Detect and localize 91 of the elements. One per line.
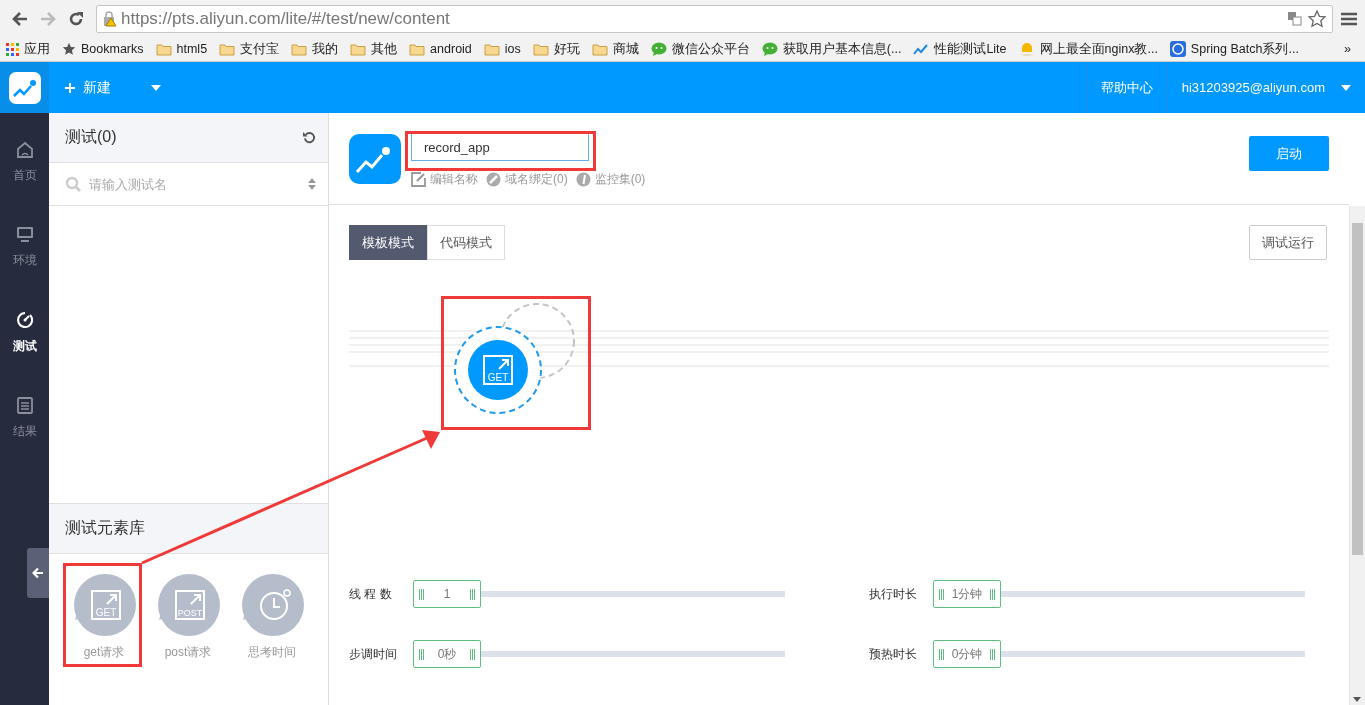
test-name-field[interactable]: record_app [411,133,589,161]
slider-handle[interactable]: 0分钟 [933,640,1001,668]
info-link[interactable]: 编辑名称 [411,171,478,188]
gauge-icon [15,311,34,329]
info-link[interactable]: 监控集(0) [575,171,646,188]
bell-icon [1018,41,1035,57]
new-button[interactable]: 新建 [59,78,117,97]
bookmark[interactable]: 性能测试Lite [913,40,1007,58]
nav-item[interactable]: 结果 [12,397,37,440]
bookmark[interactable]: 我的 [291,40,339,58]
search-icon [65,176,81,192]
slider-handle[interactable]: 1分钟 [933,580,1001,608]
bookmark[interactable]: 微信公众平台 [650,40,750,58]
refresh-icon[interactable] [303,131,316,144]
setting-label: 步调时间 [349,645,398,663]
bookmark[interactable]: 好玩 [532,40,580,58]
folder-icon [291,42,308,56]
panel-title: 测试(0) [65,127,117,147]
chat-bubble-icon [761,42,778,56]
test-logo-icon [349,133,401,184]
bookmark[interactable]: 支付宝 [219,40,280,58]
apps-grid-icon [6,42,19,56]
user-menu[interactable]: hi31203925@aliyun.com [1167,80,1365,95]
bookmark[interactable]: 获取用户基本信息(... [761,40,902,58]
bookmark[interactable]: Spring Batch系列... [1169,40,1299,58]
folder-icon [219,42,236,56]
slider-track[interactable]: 1分钟 [933,580,1305,608]
bookmark[interactable]: html5 [155,42,208,56]
app-logo-icon[interactable] [8,71,41,104]
slider-track[interactable]: 1 [413,580,785,608]
menu-icon[interactable] [1341,11,1357,26]
nav-item[interactable]: 首页 [12,141,37,184]
bookmark[interactable]: 其他 [350,40,398,58]
element-label[interactable]: get请求 [83,644,125,661]
slider-track[interactable]: 0秒 [413,640,785,668]
think-time-element-icon[interactable] [239,574,305,636]
document-icon [16,397,33,414]
folder-icon [483,42,500,56]
scrollbar-thumb[interactable] [1352,223,1363,555]
scroll-down-arrow-icon[interactable] [1353,697,1361,702]
chat-bubble-icon [650,42,667,56]
gauge-icon [575,172,591,187]
nav-item[interactable]: 环境 [12,226,37,269]
plus-icon [65,82,75,93]
search-field[interactable]: 请输入测试名 [87,175,302,193]
element-label[interactable]: 思考时间 [248,644,296,661]
info-link[interactable]: 域名绑定(0) [486,171,568,188]
nav-item[interactable]: 测试 [12,311,37,355]
caret-icon [1341,84,1351,91]
collapse-button[interactable] [27,548,49,598]
folder-icon [532,42,549,56]
bookmark[interactable]: Bookmarks [62,42,144,56]
warning-lock-icon [103,10,117,27]
monitor-icon [15,226,34,243]
bookmark[interactable]: android [409,42,472,56]
folder-icon [350,42,367,56]
element-label[interactable]: post请求 [164,644,212,661]
mode-tab[interactable]: 代码模式 [427,225,505,260]
star-icon[interactable] [1308,9,1326,28]
folder-icon [155,42,172,56]
link-icon [486,172,501,187]
scrollbar[interactable] [1349,206,1365,705]
line-chart-icon [913,42,930,56]
caret-icon[interactable] [151,84,161,91]
bookmark[interactable]: ios [483,42,521,56]
folder-icon [409,42,426,56]
more-bookmarks-button[interactable]: » [1344,42,1351,56]
circle-logo-icon [1169,41,1186,57]
home-icon [15,141,34,158]
setting-label: 线 程 数 [349,585,393,603]
address-bar[interactable]: https://pts.aliyun.com/lite/#/test/new/content [96,4,1333,33]
start-button[interactable]: 启动 [1249,136,1329,171]
folder-icon [591,42,608,56]
arrow-left-icon [32,567,44,579]
debug-run-button[interactable]: 调试运行 [1249,225,1327,260]
slider-handle[interactable]: 1 [413,580,481,608]
slider-handle[interactable]: 0秒 [413,640,481,668]
setting-label: 执行时长 [869,585,918,603]
setting-label: 预热时长 [869,645,918,663]
bookmark[interactable]: 应用 [6,40,50,58]
bookmark[interactable]: 商城 [591,40,639,58]
star-icon [62,42,76,56]
mode-tab[interactable]: 模板模式 [349,225,427,260]
translate-icon[interactable] [1288,11,1302,26]
panel-title: 测试元素库 [65,518,145,538]
edit-icon [411,172,426,187]
help-link[interactable]: 帮助中心 [1085,62,1168,113]
get-request-node[interactable]: GET [454,326,542,414]
slider-track[interactable]: 0分钟 [933,640,1305,668]
sort-icon[interactable] [308,178,316,190]
bookmark[interactable]: 网上最全面nginx教... [1018,40,1158,58]
